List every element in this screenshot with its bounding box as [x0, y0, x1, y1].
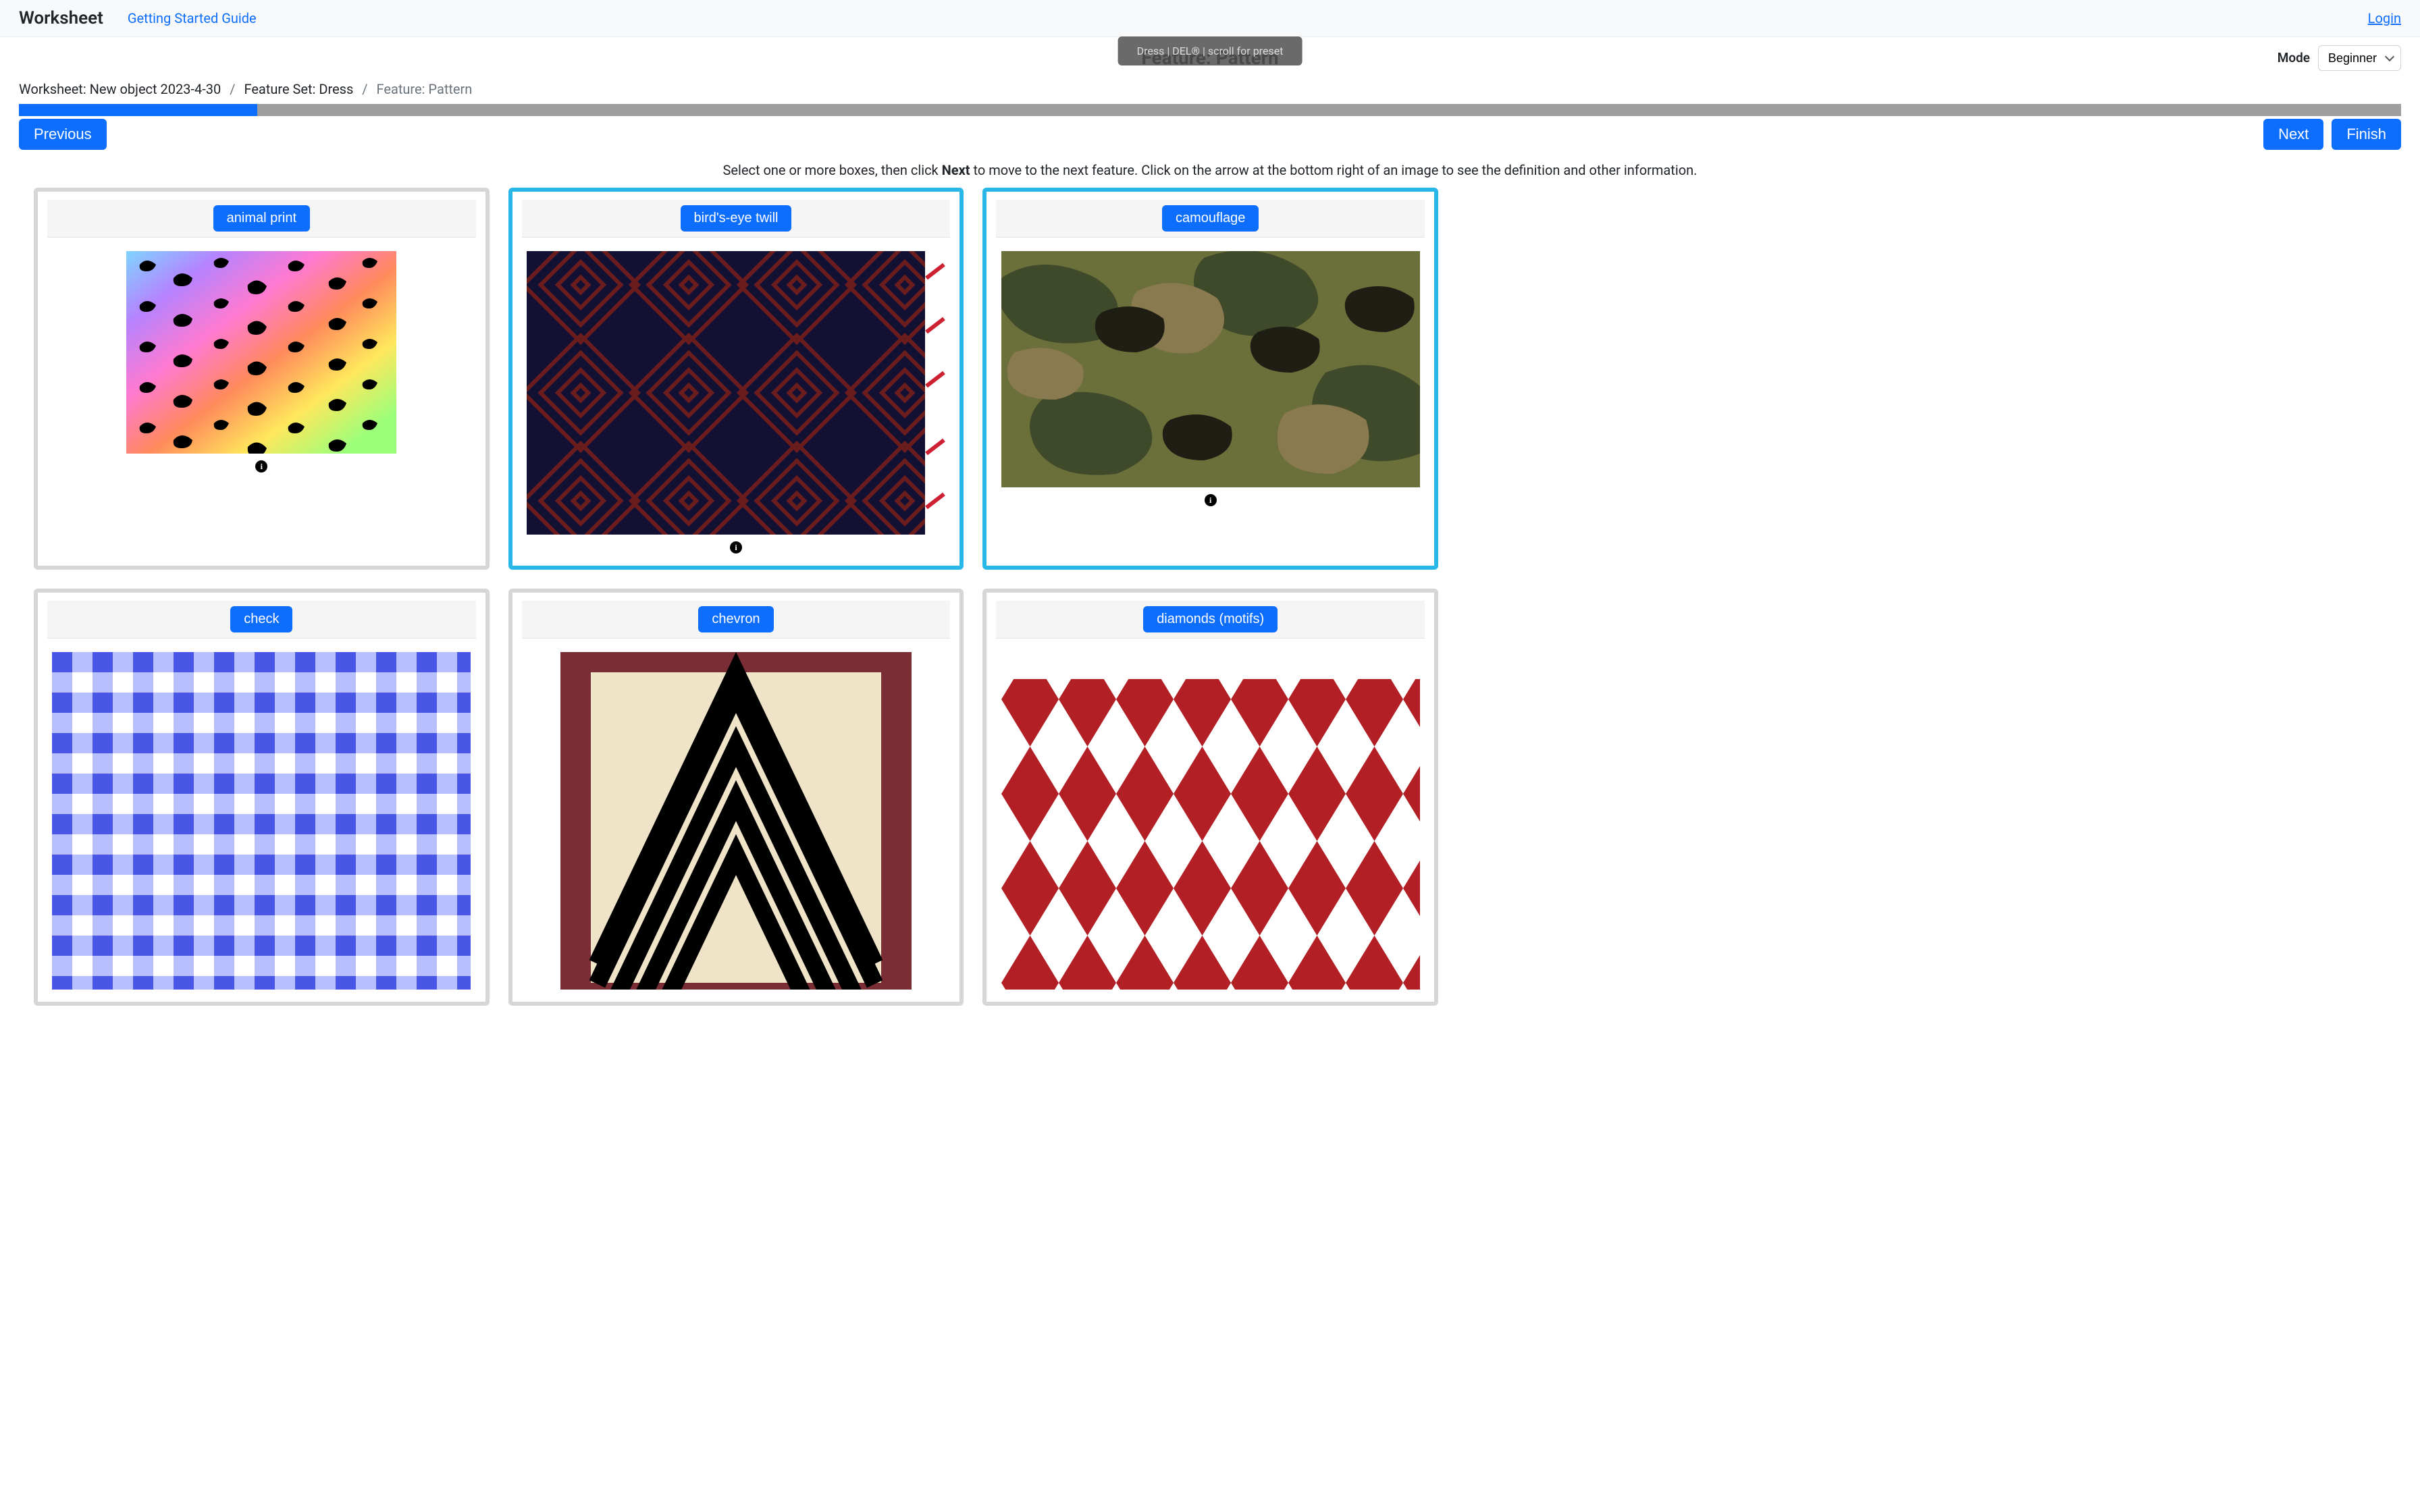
instruction-post: to move to the next feature. Click on th… — [970, 162, 1698, 178]
brand: Worksheet — [19, 8, 103, 28]
swatch-birds-eye-twill — [527, 251, 945, 535]
swatch-camouflage — [1001, 251, 1420, 487]
previous-button[interactable]: Previous — [19, 119, 107, 150]
card-header: camouflage — [996, 200, 1425, 238]
button-row: Previous Next Finish — [0, 116, 2420, 153]
toast-notification: Dress | DEL® | scroll for preset — [1118, 36, 1303, 65]
tag-diamonds-motifs[interactable]: diamonds (motifs) — [1143, 606, 1278, 632]
tag-check[interactable]: check — [230, 606, 292, 632]
card-header: animal print — [47, 200, 476, 238]
card-header: diamonds (motifs) — [996, 601, 1425, 639]
next-button[interactable]: Next — [2263, 119, 2323, 150]
progress-fill — [19, 104, 257, 116]
mode-label: Mode — [2278, 50, 2310, 65]
swatch-chevron — [560, 652, 912, 990]
card-header: bird's-eye twill — [522, 200, 951, 238]
breadcrumb-sep: / — [224, 81, 240, 97]
card-diamonds-motifs[interactable]: diamonds (motifs) — [982, 589, 1438, 1006]
progress-bar — [19, 104, 2401, 116]
card-camouflage[interactable]: camouflage — [982, 188, 1438, 570]
breadcrumb-current: Feature: Pattern — [377, 81, 473, 97]
breadcrumb-featureset[interactable]: Feature Set: Dress — [244, 81, 353, 97]
card-header: check — [47, 601, 476, 639]
info-icon[interactable]: i — [255, 460, 267, 473]
swatch-diamonds — [1001, 652, 1420, 990]
breadcrumb-sep: / — [357, 81, 373, 97]
card-animal-print[interactable]: animal print — [34, 188, 490, 570]
getting-started-link[interactable]: Getting Started Guide — [128, 10, 257, 26]
instruction-text: Select one or more boxes, then click Nex… — [0, 153, 2420, 188]
instruction-bold: Next — [942, 162, 970, 178]
tag-chevron[interactable]: chevron — [698, 606, 773, 632]
pattern-grid: animal print — [0, 188, 1472, 1033]
info-icon[interactable]: i — [730, 541, 742, 554]
tag-camouflage[interactable]: camouflage — [1162, 205, 1259, 232]
instruction-pre: Select one or more boxes, then click — [723, 162, 942, 178]
finish-button[interactable]: Finish — [2332, 119, 2401, 150]
swatch-animal-print — [126, 251, 396, 454]
mode-select[interactable]: Beginner — [2318, 45, 2401, 71]
tag-birds-eye-twill[interactable]: bird's-eye twill — [681, 205, 792, 232]
card-chevron[interactable]: chevron — [508, 589, 964, 1006]
card-header: chevron — [522, 601, 951, 639]
mode-block: Mode Beginner — [2278, 45, 2401, 71]
breadcrumb: Worksheet: New object 2023-4-30 / Featur… — [0, 69, 2420, 104]
info-icon[interactable]: i — [1205, 494, 1217, 506]
breadcrumb-worksheet[interactable]: Worksheet: New object 2023-4-30 — [19, 81, 221, 97]
swatch-check — [52, 652, 471, 990]
tag-animal-print[interactable]: animal print — [213, 205, 310, 232]
login-link[interactable]: Login — [2368, 10, 2401, 26]
navbar: Worksheet Getting Started Guide Login — [0, 0, 2420, 37]
card-check[interactable]: check — [34, 589, 490, 1006]
card-birds-eye-twill[interactable]: bird's-eye twill — [508, 188, 964, 570]
